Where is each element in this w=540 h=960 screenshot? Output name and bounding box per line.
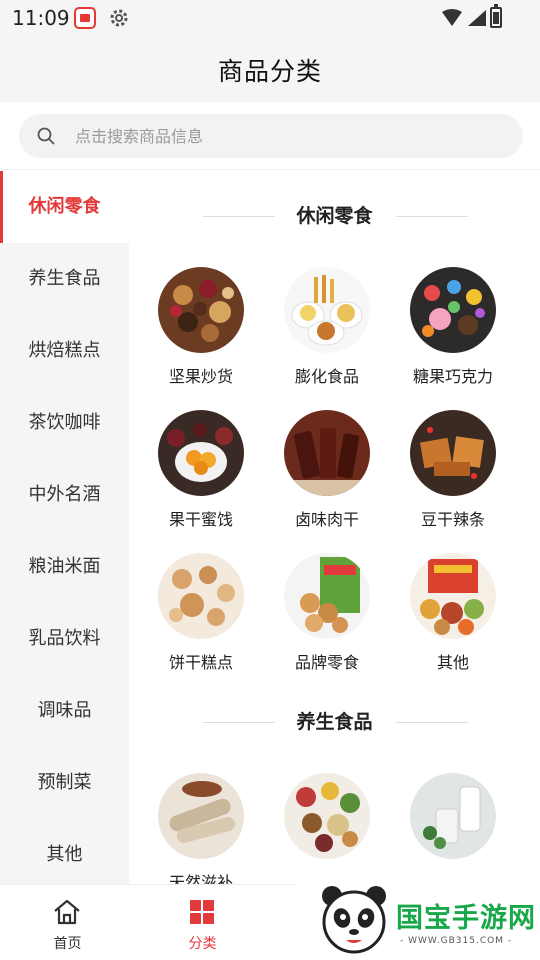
nuts-image <box>158 267 244 353</box>
search-icon <box>37 127 55 145</box>
puffed-snacks-image <box>284 267 370 353</box>
sidebar-item-label: 养生食品 <box>28 268 101 289</box>
candy-image <box>410 267 496 353</box>
search-bar <box>0 102 540 170</box>
app-notification-icon <box>74 7 96 29</box>
sidebar-item-label: 粮油米面 <box>28 556 101 577</box>
category-sidebar: 休闲零食 养生食品 烘焙糕点 茶饮咖啡 中外名酒 粮油米面 乳品饮料 调味品 预… <box>0 171 129 884</box>
section-divider <box>396 722 468 723</box>
sidebar-item-health-food[interactable]: 养生食品 <box>0 243 129 315</box>
category-content: 休闲零食 坚果炒货 膨化食品 糖果巧克力 果干蜜饯 卤味肉干 豆干辣条 饼干糕点… <box>129 171 540 884</box>
grains-image <box>284 773 370 859</box>
search-box[interactable] <box>19 114 523 158</box>
sidebar-item-label: 预制菜 <box>37 772 92 793</box>
category-item-dried-fruit[interactable]: 果干蜜饯 <box>137 410 263 540</box>
section-title: 养生食品 <box>296 711 373 733</box>
nav-label: 首页 <box>53 936 82 952</box>
home-icon <box>54 899 80 925</box>
sidebar-item-label: 其他 <box>46 844 83 865</box>
nav-label: 分类 <box>188 936 217 952</box>
item-label: 其他 <box>436 653 469 672</box>
watermark-url: - WWW.GB315.COM - <box>400 936 513 946</box>
category-item-biscuits[interactable]: 饼干糕点 <box>137 553 263 683</box>
sidebar-item-grain-oil[interactable]: 粮油米面 <box>0 531 129 603</box>
drink-image <box>410 773 496 859</box>
category-item-puffed-snacks[interactable]: 膨化食品 <box>263 267 389 397</box>
category-item-nuts[interactable]: 坚果炒货 <box>137 267 263 397</box>
category-icon <box>190 900 214 924</box>
category-item-candy[interactable]: 糖果巧克力 <box>389 267 515 397</box>
sidebar-item-label: 中外名酒 <box>28 484 101 505</box>
sidebar-item-liquor[interactable]: 中外名酒 <box>0 459 129 531</box>
watermark-title: 国宝手游网 <box>396 903 536 934</box>
item-label: 糖果巧克力 <box>412 367 493 386</box>
nav-category[interactable]: 分类 <box>135 885 270 960</box>
category-item-other-snacks[interactable]: 其他 <box>389 553 515 683</box>
biscuits-image <box>158 553 244 639</box>
panda-logo-icon <box>322 886 386 954</box>
category-item-brand-snacks[interactable]: 品牌零食 <box>263 553 389 683</box>
gift-box-image <box>410 553 496 639</box>
sidebar-item-prepared-food[interactable]: 预制菜 <box>0 747 129 819</box>
battery-icon <box>490 4 502 28</box>
brand-snacks-image <box>284 553 370 639</box>
nav-home[interactable]: 首页 <box>0 885 135 960</box>
item-label: 豆干辣条 <box>420 510 485 529</box>
sidebar-item-dairy-drinks[interactable]: 乳品饮料 <box>0 603 129 675</box>
item-label: 膨化食品 <box>294 367 359 386</box>
search-input[interactable] <box>75 114 505 158</box>
sidebar-item-label: 茶饮咖啡 <box>28 412 101 433</box>
status-bar: 11:09 <box>0 0 540 36</box>
item-label: 天然滋补 <box>168 873 233 884</box>
sidebar-item-label: 烘焙糕点 <box>28 340 101 361</box>
item-label: 卤味肉干 <box>294 510 359 529</box>
sidebar-item-other[interactable]: 其他 <box>0 819 129 891</box>
category-item-jerky[interactable]: 卤味肉干 <box>263 410 389 540</box>
sidebar-item-seasoning[interactable]: 调味品 <box>0 675 129 747</box>
sidebar-item-label: 调味品 <box>37 700 92 721</box>
yam-image <box>158 773 244 859</box>
page-title: 商品分类 <box>217 57 322 86</box>
header: 商品分类 <box>0 36 540 102</box>
dried-fruit-image <box>158 410 244 496</box>
sidebar-item-tea-coffee[interactable]: 茶饮咖啡 <box>0 387 129 459</box>
watermark: 国宝手游网 - WWW.GB315.COM - <box>296 868 540 960</box>
sidebar-item-label: 休闲零食 <box>28 196 101 217</box>
status-time: 11:09 <box>12 6 70 30</box>
item-label: 果干蜜饯 <box>168 510 233 529</box>
category-item-natural-tonic[interactable]: 天然滋补 <box>137 773 263 884</box>
gear-icon <box>110 9 128 27</box>
sidebar-item-label: 乳品饮料 <box>28 628 101 649</box>
item-label: 坚果炒货 <box>168 367 233 386</box>
section-title: 休闲零食 <box>296 205 373 227</box>
section-divider <box>396 216 468 217</box>
sidebar-item-bakery[interactable]: 烘焙糕点 <box>0 315 129 387</box>
category-item-tofu-strips[interactable]: 豆干辣条 <box>389 410 515 540</box>
jerky-image <box>284 410 370 496</box>
item-label: 品牌零食 <box>294 653 359 672</box>
sidebar-item-snacks[interactable]: 休闲零食 <box>0 171 129 243</box>
tofu-strips-image <box>410 410 496 496</box>
item-label: 饼干糕点 <box>168 653 233 672</box>
